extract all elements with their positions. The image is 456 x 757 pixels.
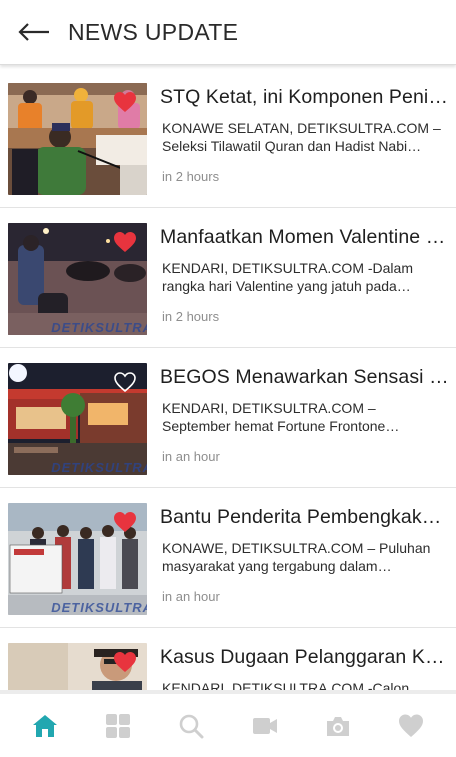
- favorite-button[interactable]: [113, 651, 137, 673]
- news-time: in an hour: [162, 449, 220, 464]
- nav-photo-button[interactable]: [314, 702, 362, 750]
- news-excerpt: KONAWE, DETIKSULTRA.COM – Puluhan masyar…: [162, 540, 431, 574]
- watermark: DETIKSULTRA: [51, 320, 147, 335]
- favorite-button[interactable]: [113, 511, 137, 533]
- news-excerpt: KENDARI, DETIKSULTRA.COM -Calon…: [162, 680, 424, 690]
- heart-filled-icon: [114, 92, 136, 112]
- watermark: DETIKSULTRA: [51, 600, 147, 615]
- news-time: in an hour: [162, 589, 220, 604]
- news-feed[interactable]: STQ Ketat, ini Komponen Penilaian KONAWE…: [0, 68, 456, 690]
- news-title[interactable]: Kasus Dugaan Pelanggaran Kampanye: [160, 644, 450, 670]
- news-thumbnail[interactable]: DETIKSULTRA: [8, 223, 147, 335]
- news-thumbnail[interactable]: DETIKSULTRA: [8, 503, 147, 615]
- nav-home-button[interactable]: [21, 702, 69, 750]
- nav-categories-button[interactable]: [94, 702, 142, 750]
- watermark: DETIKSULTRA: [51, 460, 147, 475]
- news-item[interactable]: DETIKSULTRA Manfaatkan Momen Valentine D…: [0, 208, 456, 348]
- nav-video-button[interactable]: [241, 702, 289, 750]
- arrow-left-icon: [18, 23, 49, 41]
- favorite-button[interactable]: [113, 371, 137, 393]
- news-title[interactable]: BEGOS Menawarkan Sensasi Baru: [160, 364, 450, 390]
- news-excerpt: KENDARI, DETIKSULTRA.COM – September hem…: [162, 400, 400, 434]
- heart-outline-icon: [114, 372, 136, 393]
- nav-search-button[interactable]: [167, 702, 215, 750]
- bottom-navigation: [0, 690, 456, 757]
- search-icon: [180, 714, 204, 738]
- camera-icon: [326, 716, 349, 736]
- heart-filled-icon: [114, 232, 136, 252]
- news-excerpt: KONAWE SELATAN, DETIKSULTRA.COM – Seleks…: [162, 120, 441, 154]
- news-item[interactable]: STQ Ketat, ini Komponen Penilaian KONAWE…: [0, 68, 456, 208]
- news-title[interactable]: Bantu Penderita Pembengkakan Otak: [160, 504, 450, 530]
- news-title[interactable]: STQ Ketat, ini Komponen Penilaian: [160, 84, 450, 110]
- news-item[interactable]: DETIKSULTRA Bantu Penderita Pembengkakan…: [0, 488, 456, 628]
- news-time: in 2 hours: [162, 169, 220, 184]
- news-time: in 2 hours: [162, 309, 220, 324]
- home-icon: [32, 714, 57, 737]
- news-item[interactable]: DETIKSULTRA BEGOS Menawarkan Sensasi Bar…: [0, 348, 456, 488]
- grid-icon: [105, 713, 130, 738]
- news-excerpt: KENDARI, DETIKSULTRA.COM -Dalam rangka h…: [162, 260, 413, 294]
- news-title[interactable]: Manfaatkan Momen Valentine Day: [160, 224, 450, 250]
- news-thumbnail[interactable]: [8, 643, 147, 690]
- heart-icon: [399, 714, 424, 737]
- favorite-button[interactable]: [113, 231, 137, 253]
- heart-filled-icon: [114, 652, 136, 672]
- page-title: NEWS UPDATE: [68, 18, 239, 45]
- news-thumbnail[interactable]: DETIKSULTRA: [8, 363, 147, 475]
- video-icon: [252, 717, 277, 734]
- heart-filled-icon: [114, 512, 136, 532]
- nav-favorites-button[interactable]: [387, 702, 435, 750]
- news-item[interactable]: Kasus Dugaan Pelanggaran Kampanye KENDAR…: [0, 628, 456, 690]
- news-thumbnail[interactable]: [8, 83, 147, 195]
- app-header: NEWS UPDATE: [0, 0, 456, 65]
- back-button[interactable]: [0, 0, 68, 65]
- favorite-button[interactable]: [113, 91, 137, 113]
